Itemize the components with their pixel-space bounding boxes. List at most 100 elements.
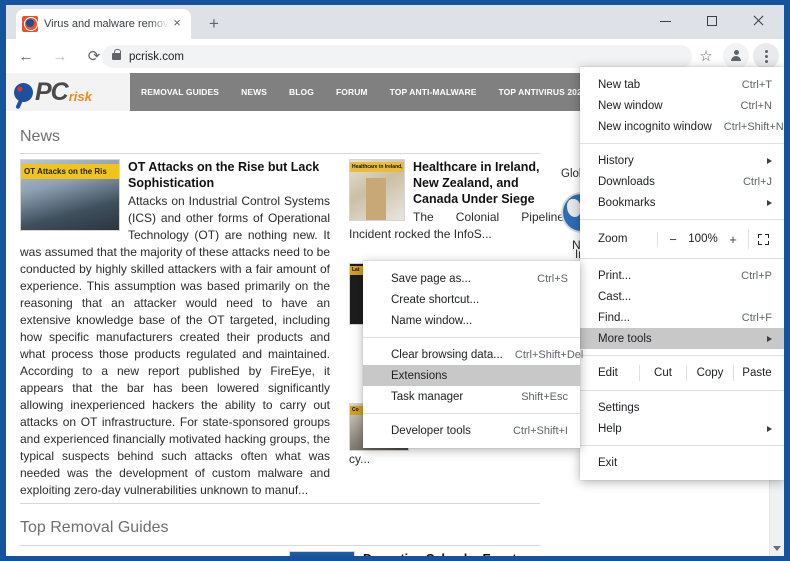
news-thumbnail: OT Attacks on the Ris xyxy=(20,159,120,231)
chevron-right-icon xyxy=(767,200,772,206)
menu-item-accel: Ctrl+T xyxy=(742,79,772,91)
zoom-label: Zoom xyxy=(598,233,657,245)
top-removal-divider xyxy=(20,545,540,546)
menu-item-accel: Ctrl+Shift+I xyxy=(513,425,568,437)
fullscreen-icon xyxy=(758,234,769,245)
news-section-heading: News xyxy=(20,128,60,146)
back-icon[interactable]: ← xyxy=(12,42,40,70)
forward-icon[interactable]: → xyxy=(46,42,74,70)
menu-item-bookmarks[interactable]: Bookmarks xyxy=(580,192,784,213)
edit-copy-button[interactable]: Copy xyxy=(686,365,733,381)
news-section-divider xyxy=(20,153,540,154)
menu-item-label: History xyxy=(598,155,757,167)
menu-item-accel: Ctrl+N xyxy=(741,100,772,112)
menu-item-label: Save page as... xyxy=(391,273,525,285)
site-logo[interactable]: PC risk xyxy=(14,76,126,108)
submenu-item-task-manager[interactable]: Task manager Shift+Esc xyxy=(363,386,580,407)
submenu-item-clear-browsing-data[interactable]: Clear browsing data... Ctrl+Shift+Del xyxy=(363,344,580,365)
menu-item-accel: Ctrl+Shift+Del xyxy=(515,349,583,361)
menu-item-label: Find... xyxy=(598,312,730,324)
menu-item-accel: Ctrl+F xyxy=(742,312,772,324)
menu-item-label: Bookmarks xyxy=(598,197,757,209)
window-close-button[interactable] xyxy=(735,5,780,37)
edit-paste-button[interactable]: Paste xyxy=(733,365,780,381)
news-card-ot-attacks[interactable]: OT Attacks on the Ris OT Attacks on the … xyxy=(20,159,330,499)
menu-item-new-incognito-window[interactable]: New incognito window Ctrl+Shift+N xyxy=(580,116,784,137)
new-tab-button[interactable]: + xyxy=(202,13,226,37)
news-thumbnail xyxy=(289,551,355,556)
address-bar[interactable]: pcrisk.com xyxy=(102,45,692,68)
window-maximize-button[interactable] xyxy=(689,5,734,37)
fullscreen-button[interactable] xyxy=(748,229,778,249)
menu-item-label: Print... xyxy=(598,270,729,282)
window-minimize-button[interactable] xyxy=(643,5,688,37)
logo-risk-text: risk xyxy=(69,89,92,104)
chevron-right-icon xyxy=(767,426,772,432)
menu-item-label: Developer tools xyxy=(391,425,501,437)
nav-item-blog[interactable]: BLOG xyxy=(278,87,325,97)
menu-item-new-tab[interactable]: New tab Ctrl+T xyxy=(580,74,784,95)
menu-item-settings[interactable]: Settings xyxy=(580,397,784,418)
tab-title: Virus and malware removal instr xyxy=(44,18,169,30)
scroll-down-icon[interactable] xyxy=(773,546,781,551)
top-removal-guides-heading: Top Removal Guides xyxy=(20,519,169,537)
edit-cut-button[interactable]: Cut xyxy=(639,365,686,381)
menu-item-accel: Ctrl+S xyxy=(537,273,568,285)
close-tab-icon[interactable]: × xyxy=(169,16,185,32)
menu-item-label: Exit xyxy=(598,457,772,469)
nav-item-removal-guides[interactable]: REMOVAL GUIDES xyxy=(130,87,230,97)
menu-item-exit[interactable]: Exit xyxy=(580,452,784,473)
zoom-in-button[interactable]: + xyxy=(722,232,744,247)
menu-item-zoom: Zoom − 100% + xyxy=(580,226,784,252)
menu-item-more-tools[interactable]: More tools xyxy=(580,328,784,349)
menu-separator xyxy=(580,445,784,446)
menu-separator xyxy=(580,258,784,259)
menu-item-print[interactable]: Print... Ctrl+P xyxy=(580,265,784,286)
lock-icon xyxy=(112,53,121,60)
browser-tab[interactable]: Virus and malware removal instr × xyxy=(16,9,191,39)
submenu-item-create-shortcut[interactable]: Create shortcut... xyxy=(363,289,580,310)
menu-item-edit: Edit Cut Copy Paste xyxy=(580,362,784,384)
submenu-item-extensions[interactable]: Extensions xyxy=(363,365,580,386)
menu-item-label: New window xyxy=(598,100,729,112)
toolbar-right-group: ☆ xyxy=(690,42,780,70)
menu-item-help[interactable]: Help xyxy=(580,418,784,439)
news-card-calendar-virus[interactable]: Deceptive Calendar Events Virus xyxy=(289,551,549,556)
menu-item-label: Create shortcut... xyxy=(391,294,568,306)
tab-strip: Virus and malware removal instr × + xyxy=(6,5,784,39)
nav-item-forum[interactable]: FORUM xyxy=(325,87,379,97)
zoom-out-button[interactable]: − xyxy=(662,232,684,247)
submenu-item-save-page-as[interactable]: Save page as... Ctrl+S xyxy=(363,268,580,289)
menu-item-accel: Ctrl+J xyxy=(743,176,772,188)
nav-item-top-anti-malware[interactable]: TOP ANTI-MALWARE xyxy=(379,87,488,97)
menu-separator xyxy=(580,219,784,220)
thumbnail-caption: OT Attacks on the Ris xyxy=(21,164,120,179)
news-body: Attacks on Industrial Control Systems (I… xyxy=(20,193,330,499)
chevron-right-icon xyxy=(767,336,772,342)
menu-item-history[interactable]: History xyxy=(580,150,784,171)
chevron-right-icon xyxy=(767,158,772,164)
menu-item-label: Cast... xyxy=(598,291,772,303)
menu-item-label: New incognito window xyxy=(598,121,712,133)
avatar xyxy=(723,43,749,69)
menu-separator xyxy=(580,143,784,144)
url-text: pcrisk.com xyxy=(129,51,184,63)
more-tools-submenu: Save page as... Ctrl+S Create shortcut..… xyxy=(363,261,580,448)
menu-item-cast[interactable]: Cast... xyxy=(580,286,784,307)
chrome-main-menu: New tab Ctrl+T New window Ctrl+N New inc… xyxy=(580,67,784,480)
bookmark-star-icon[interactable]: ☆ xyxy=(692,42,720,70)
submenu-item-developer-tools[interactable]: Developer tools Ctrl+Shift+I xyxy=(363,420,580,441)
zoom-value: 100% xyxy=(684,233,722,245)
nav-item-news[interactable]: NEWS xyxy=(230,87,278,97)
logo-pc-text: PC xyxy=(35,78,68,107)
chrome-menu-button[interactable] xyxy=(752,42,780,70)
menu-item-find[interactable]: Find... Ctrl+F xyxy=(580,307,784,328)
menu-item-new-window[interactable]: New window Ctrl+N xyxy=(580,95,784,116)
news-body-tail: cy... xyxy=(349,451,564,468)
menu-item-downloads[interactable]: Downloads Ctrl+J xyxy=(580,171,784,192)
menu-item-label: Downloads xyxy=(598,176,731,188)
submenu-item-name-window[interactable]: Name window... xyxy=(363,310,580,331)
menu-item-label: Settings xyxy=(598,402,772,414)
news-card-healthcare[interactable]: Healthcare in Ireland, Healthcare in Ire… xyxy=(349,159,564,243)
profile-avatar-button[interactable] xyxy=(722,42,750,70)
